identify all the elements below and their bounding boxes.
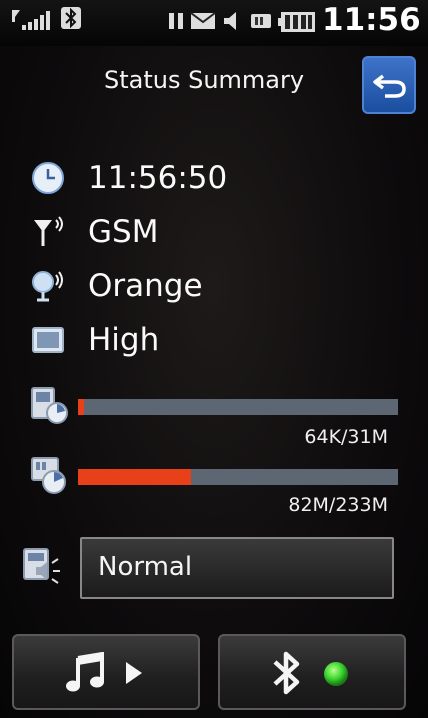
signal-icon bbox=[12, 10, 50, 30]
phone-memory-icon bbox=[31, 387, 68, 424]
back-button[interactable] bbox=[362, 56, 416, 114]
operator-value: Orange bbox=[88, 268, 203, 304]
speaker-icon bbox=[224, 12, 236, 30]
card-memory-bar-fill bbox=[78, 469, 191, 485]
globe-signal-icon bbox=[32, 271, 63, 302]
mail-icon bbox=[190, 12, 216, 29]
memory-card-icon bbox=[251, 14, 271, 28]
bluetooth-button[interactable] bbox=[218, 634, 406, 710]
bluetooth-icon bbox=[273, 651, 300, 695]
status-bar: 11:56 bbox=[0, 0, 428, 46]
clock-icon bbox=[32, 162, 64, 194]
battery-icon bbox=[278, 12, 315, 32]
phone-memory-bar bbox=[78, 399, 398, 415]
profile-selector[interactable]: Normal bbox=[80, 537, 394, 599]
bluetooth-icon bbox=[61, 7, 81, 29]
profile-speaker-icon bbox=[23, 548, 60, 584]
card-memory-label: 82M/233M bbox=[288, 494, 388, 516]
phone-memory-bar-fill bbox=[78, 399, 85, 415]
pause-icon bbox=[169, 13, 183, 29]
time-value: 11:56:50 bbox=[88, 160, 228, 196]
return-arrow-icon bbox=[373, 74, 406, 98]
antenna-icon bbox=[34, 216, 63, 246]
profile-value: Normal bbox=[98, 552, 193, 582]
network-value: GSM bbox=[88, 214, 159, 250]
phone-memory-label: 64K/31M bbox=[304, 426, 388, 448]
music-player-button[interactable] bbox=[12, 634, 200, 710]
screen-icon bbox=[32, 327, 64, 353]
music-note-icon bbox=[66, 652, 104, 692]
brightness-value: High bbox=[88, 322, 160, 358]
card-memory-icon bbox=[31, 457, 66, 494]
status-summary-screen: 11:56 Status Summary 11:56:50 GSM Orange… bbox=[0, 0, 428, 718]
card-memory-bar bbox=[78, 469, 398, 485]
play-icon bbox=[126, 662, 142, 684]
page-title: Status Summary bbox=[104, 66, 305, 94]
status-dot-icon bbox=[324, 662, 348, 686]
status-bar-clock: 11:56 bbox=[322, 2, 421, 38]
